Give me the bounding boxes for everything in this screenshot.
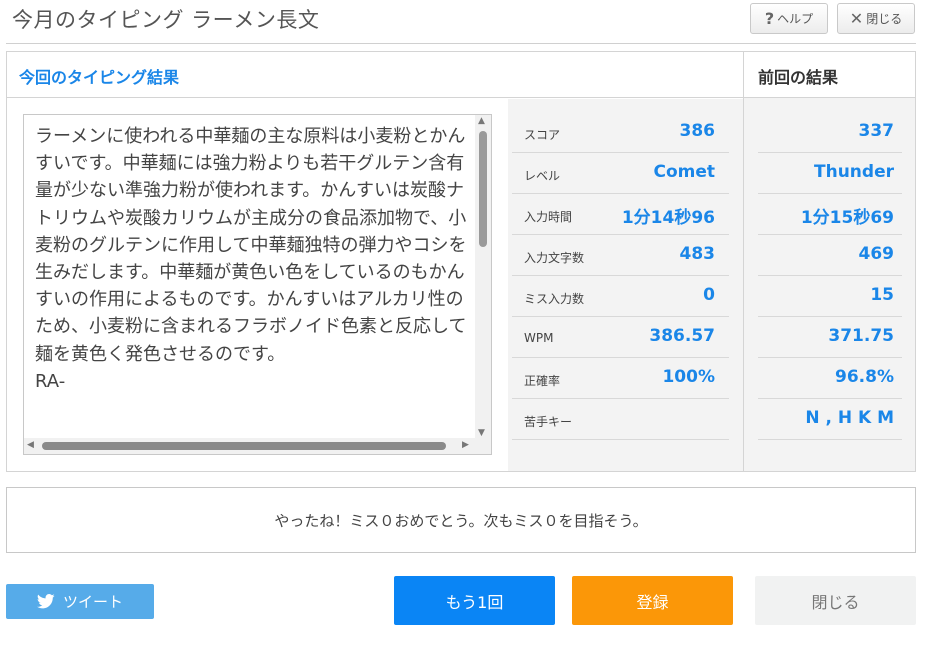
stat-label: 苦手キー [524,415,573,429]
header-close-label: 閉じる [866,12,903,26]
scroll-left-icon[interactable]: ◀ [27,440,34,450]
current-results-heading: 今回のタイピング結果 [7,52,743,98]
previous-stat-value: 96.8% [835,367,894,387]
scroll-down-icon[interactable]: ▼ [478,428,485,438]
stat-row: 入力文字数 483 [512,235,729,276]
horizontal-scroll-thumb[interactable] [42,442,446,450]
stat-value: 483 [679,244,716,264]
close-button[interactable]: 閉じる [755,576,916,625]
previous-stat-row: 469 [758,235,902,276]
scroll-up-icon[interactable]: ▲ [478,116,485,126]
stat-label: 入力時間 [524,210,573,224]
stat-row: 苦手キー [512,399,729,440]
previous-stat-row: 337 [758,112,902,153]
stat-label: WPM [524,331,554,345]
header-close-button[interactable]: ✕ 閉じる [837,3,915,34]
stat-value: Comet [653,162,715,182]
stat-row: スコア 386 [512,112,729,153]
tweet-label: ツイート [62,593,123,611]
stat-value: 386 [679,121,716,141]
twitter-bird-icon [36,594,55,609]
previous-stat-row: Thunder [758,153,902,194]
previous-stat-value: 15 [870,285,894,305]
stat-label: ミス入力数 [524,292,585,306]
previous-results: 前回の結果 337 Thunder 1分15秒69 469 15 371.75 … [743,52,915,471]
register-button[interactable]: 登録 [572,576,733,625]
stat-row: WPM 386.57 [512,317,729,358]
previous-stat-value: Thunder [814,162,894,182]
vertical-scroll-thumb[interactable] [479,131,487,247]
question-icon: ? [764,9,775,28]
previous-stat-row: 371.75 [758,317,902,358]
help-button[interactable]: ? ヘルプ [750,3,828,34]
previous-stat-value: 337 [858,121,895,141]
stat-label: 入力文字数 [524,251,585,265]
results-panel: 今回のタイピング結果 ラーメンに使われる中華麺の主な原料は小麦粉とかんすいです。… [6,51,916,472]
vertical-scrollbar[interactable]: ▲ ▼ [475,115,491,439]
stat-value: 386.57 [649,326,715,346]
title-divider [6,43,916,44]
stat-value: 0 [703,285,715,305]
stat-row: レベル Comet [512,153,729,194]
stat-value: 100% [662,367,715,387]
previous-stat-row: 96.8% [758,358,902,399]
page-title: 今月のタイピング ラーメン長文 [12,8,320,32]
stat-label: レベル [524,169,561,183]
stat-row: 入力時間 1分14秒96 [512,194,729,235]
stat-value: 1分14秒96 [621,208,715,228]
previous-results-heading: 前回の結果 [744,52,915,98]
help-label: ヘルプ [777,12,814,26]
scroll-right-icon[interactable]: ▶ [462,440,469,450]
previous-stat-value: 371.75 [828,326,894,346]
typed-text: ラーメンに使われる中華麺の主な原料は小麦粉とかんすいです。中華麺には強力粉よりも… [35,126,467,392]
stat-label: スコア [524,128,561,142]
stat-label: 正確率 [524,374,561,388]
previous-stat-row: 15 [758,276,902,317]
result-message: やったね！ミス０おめでとう。次もミス０を目指そう。 [6,487,916,553]
previous-stat-value: 469 [858,244,895,264]
previous-stat-value: N , H K M [805,408,894,428]
previous-stat-row: N , H K M [758,399,902,440]
horizontal-scrollbar[interactable]: ◀ ▶ [24,438,491,454]
tweet-button[interactable]: ツイート [6,584,154,619]
previous-stat-row: 1分15秒69 [758,194,902,235]
close-icon: ✕ [849,9,864,28]
retry-button[interactable]: もう1回 [394,576,555,625]
current-stats: スコア 386 レベル Comet 入力時間 1分14秒96 入力文字数 483… [508,99,743,471]
typed-text-box[interactable]: ラーメンに使われる中華麺の主な原料は小麦粉とかんすいです。中華麺には強力粉よりも… [23,114,492,455]
stat-row: 正確率 100% [512,358,729,399]
stat-row: ミス入力数 0 [512,276,729,317]
previous-stat-value: 1分15秒69 [800,208,894,228]
